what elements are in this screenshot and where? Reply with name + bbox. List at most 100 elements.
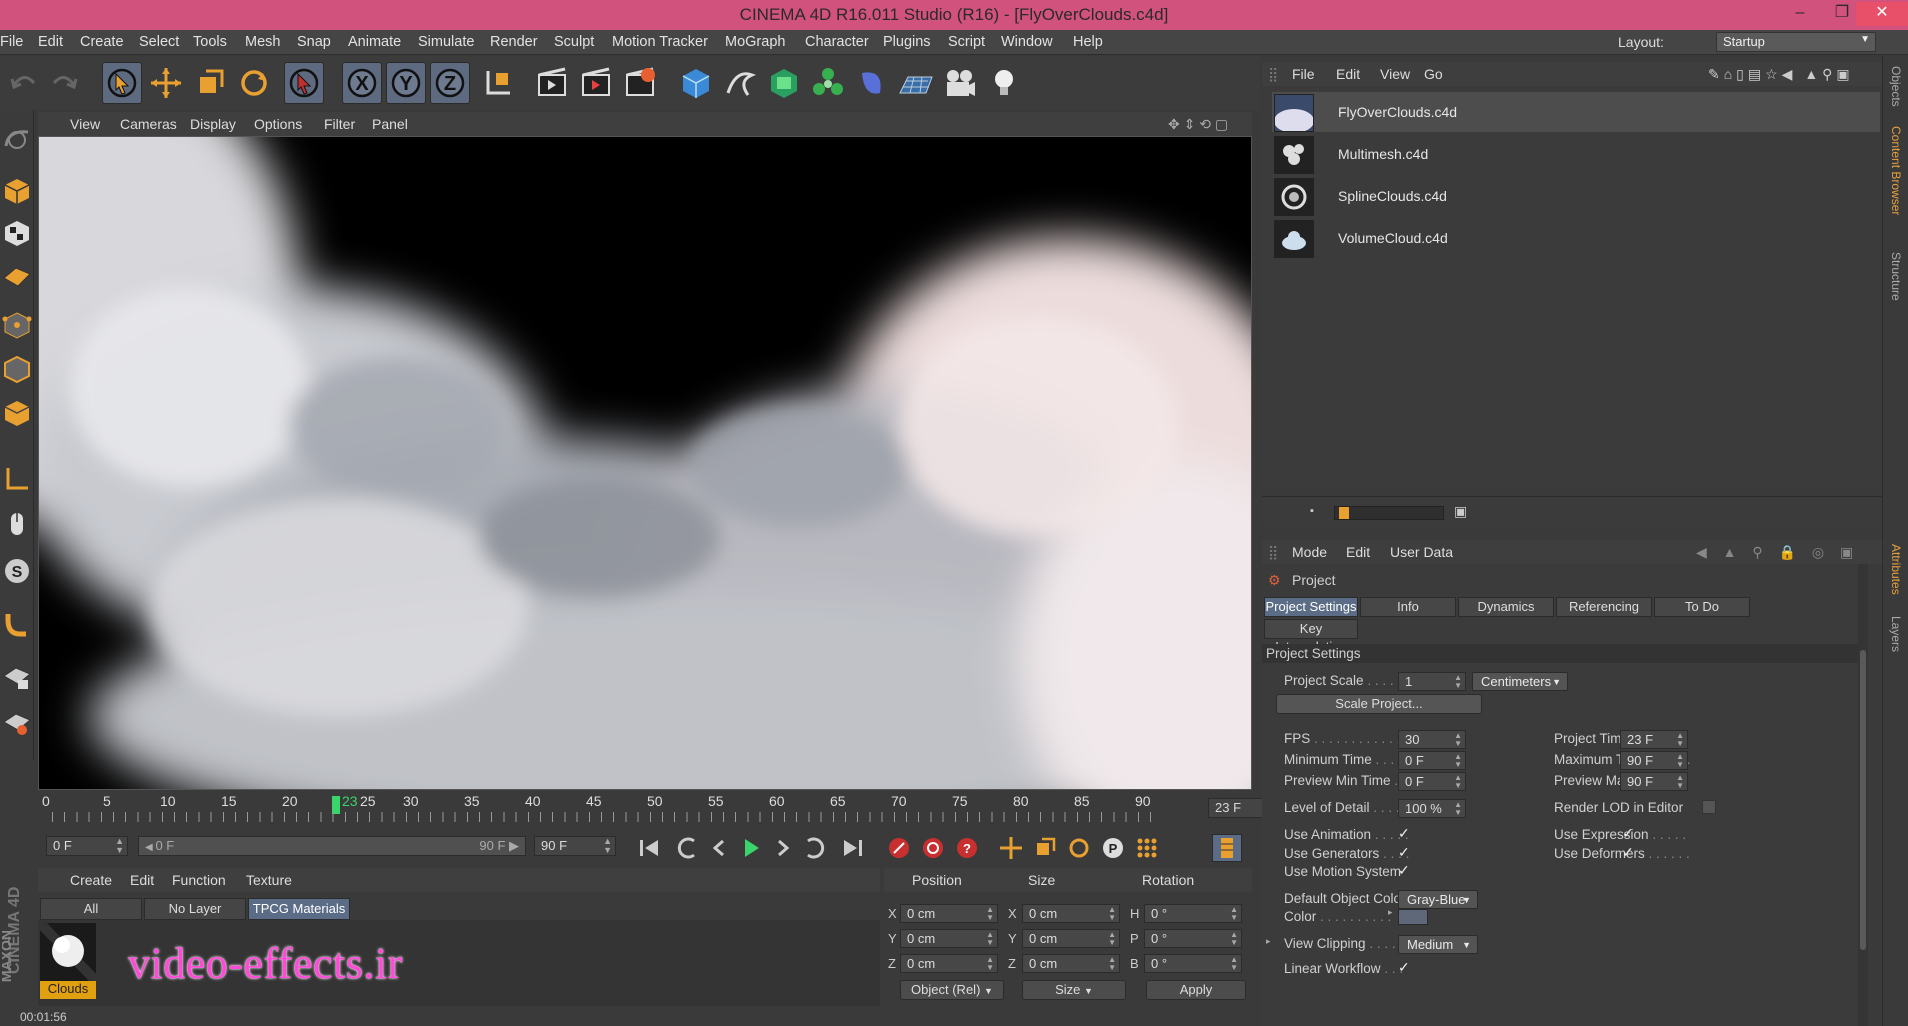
menu-mograph[interactable]: MoGraph	[725, 34, 785, 50]
position-z-field[interactable]: 0 cm ▲ ▼	[900, 954, 998, 973]
menu-window[interactable]: Window	[1001, 34, 1053, 50]
spline-pen-icon[interactable]	[720, 62, 760, 104]
tab-info[interactable]: Info	[1360, 597, 1456, 617]
key-parameter-icon[interactable]: P	[1098, 834, 1128, 862]
size-y-field[interactable]: 0 cm ▲ ▼	[1022, 929, 1120, 948]
render-settings-icon[interactable]	[620, 62, 660, 104]
small-thumbs-icon[interactable]: ▪	[1310, 505, 1314, 517]
cube-icon[interactable]	[676, 62, 716, 104]
minimize-button[interactable]: –	[1780, 2, 1820, 26]
light-icon[interactable]	[984, 62, 1024, 104]
coord-mode-dropdown[interactable]: Object (Rel) ▼	[900, 980, 1004, 1000]
axis-mode-icon[interactable]	[1, 460, 33, 498]
material-tab-no-layer[interactable]: No Layer	[144, 898, 246, 920]
side-tab-layers[interactable]: Layers	[1889, 616, 1903, 652]
preview-range-slider[interactable]: ◀ 0 F 90 F ▶	[138, 836, 526, 856]
linear-workflow-checkbox[interactable]: ✓	[1398, 960, 1412, 975]
go-to-start-icon[interactable]	[634, 834, 664, 862]
menu-create[interactable]: Create	[80, 34, 124, 50]
viewport-menu-view[interactable]: View	[70, 116, 100, 132]
rotation-h-field[interactable]: 0 ° ▲ ▼	[1144, 904, 1242, 923]
menu-file[interactable]: File	[0, 34, 23, 50]
use-deformers-checkbox[interactable]: ✓	[1622, 845, 1636, 860]
menu-animate[interactable]: Animate	[348, 34, 401, 50]
viewport-menu-panel[interactable]: Panel	[372, 116, 408, 132]
z-axis-icon[interactable]: Z	[430, 62, 470, 104]
x-axis-icon[interactable]: X	[342, 62, 382, 104]
material-menu-edit[interactable]: Edit	[130, 872, 154, 888]
list-item[interactable]: SplineClouds.c4d	[1272, 176, 1880, 216]
material-tab-all[interactable]: All	[40, 898, 142, 920]
min-time-field[interactable]: 0 F ▲ ▼	[1398, 751, 1466, 770]
attr-menu-user-data[interactable]: User Data	[1390, 544, 1453, 560]
recent-tool-icon[interactable]	[284, 62, 324, 104]
material-menu-function[interactable]: Function	[172, 872, 226, 888]
menu-mesh[interactable]: Mesh	[245, 34, 280, 50]
tab-key-interpolation[interactable]: Key Interpolation	[1264, 619, 1358, 654]
make-editable-icon[interactable]	[1, 120, 33, 158]
view-clipping-dropdown[interactable]: Medium ▼	[1398, 935, 1478, 954]
rotation-b-field[interactable]: 0 ° ▲ ▼	[1144, 954, 1242, 973]
previous-key-icon[interactable]	[672, 834, 702, 862]
menu-character[interactable]: Character	[805, 34, 869, 50]
use-generators-checkbox[interactable]: ✓	[1398, 845, 1412, 860]
attr-menu-edit[interactable]: Edit	[1346, 544, 1370, 560]
menu-motion-tracker[interactable]: Motion Tracker	[612, 34, 708, 50]
preview-min-field[interactable]: 0 F ▲ ▼	[1398, 772, 1466, 791]
material-thumbnail[interactable]: Clouds	[36, 919, 100, 999]
use-motion-checkbox[interactable]: ✓	[1398, 863, 1412, 878]
timeline-layout-icon[interactable]	[1212, 834, 1242, 862]
model-mode-icon[interactable]	[1, 172, 33, 210]
move-icon[interactable]	[146, 62, 186, 104]
go-to-end-icon[interactable]	[838, 834, 868, 862]
position-x-field[interactable]: 0 cm ▲ ▼	[900, 904, 998, 923]
project-scale-field[interactable]: 1 ▲ ▼	[1398, 672, 1466, 691]
cb-toolbar-icons[interactable]: ✎⌂▯▤☆◀ ▲⚲▣	[1708, 66, 1854, 83]
project-time-field[interactable]: 23 F ▲ ▼	[1620, 730, 1688, 749]
slider-handle[interactable]	[1339, 507, 1349, 519]
position-y-field[interactable]: 0 cm ▲ ▼	[900, 929, 998, 948]
undo-icon[interactable]	[4, 62, 44, 104]
camera-icon[interactable]	[940, 62, 980, 104]
y-axis-icon[interactable]: Y	[386, 62, 426, 104]
scrollbar-thumb[interactable]	[1860, 650, 1866, 950]
color-swatch[interactable]	[1398, 909, 1428, 925]
points-mode-icon[interactable]	[1, 306, 33, 344]
use-animation-checkbox[interactable]: ✓	[1398, 826, 1412, 841]
autokeying-icon[interactable]	[918, 834, 948, 862]
coordinate-system-icon[interactable]	[478, 62, 518, 104]
next-key-icon[interactable]	[800, 834, 830, 862]
attr-menu-mode[interactable]: Mode	[1292, 544, 1327, 560]
close-button[interactable]: ✕	[1856, 2, 1908, 26]
cb-menu-file[interactable]: File	[1292, 66, 1315, 82]
scale-icon[interactable]	[190, 62, 230, 104]
keyframe-selection-icon[interactable]: ?	[952, 834, 982, 862]
cb-menu-edit[interactable]: Edit	[1336, 66, 1360, 82]
deformer-icon[interactable]	[852, 62, 892, 104]
list-item[interactable]: Multimesh.c4d	[1272, 134, 1880, 174]
workplane-icon[interactable]	[1, 256, 33, 294]
tab-project-settings[interactable]: Project Settings	[1264, 597, 1358, 617]
size-x-field[interactable]: 0 cm ▲ ▼	[1022, 904, 1120, 923]
timeline-ruler[interactable]: 0 5 10 15 20 23 25 30 35 40 45 50 55 60 …	[38, 790, 1292, 824]
material-tab-tpcg[interactable]: TPCG Materials	[248, 898, 350, 920]
record-keys-icon[interactable]	[884, 834, 914, 862]
end-frame-field[interactable]: 90 F ▲ ▼	[534, 836, 616, 856]
thumbnail-size-slider[interactable]	[1334, 506, 1444, 520]
side-tab-content-browser[interactable]: Content Browser	[1889, 126, 1903, 215]
tweak-mode-icon[interactable]	[1, 506, 33, 544]
viewport-menu-filter[interactable]: Filter	[324, 116, 355, 132]
size-z-field[interactable]: 0 cm ▲ ▼	[1022, 954, 1120, 973]
list-item[interactable]: FlyOverClouds.c4d	[1272, 92, 1880, 132]
rotate-icon[interactable]	[234, 62, 274, 104]
attr-toolbar-icons[interactable]: ◀ ▲ ⚲ 🔒 ◎ ▣	[1696, 544, 1859, 561]
render-view-icon[interactable]	[532, 62, 572, 104]
default-color-dropdown[interactable]: Gray-Blue ▼	[1398, 890, 1478, 909]
cb-menu-view[interactable]: View	[1380, 66, 1410, 82]
viewport-menu-display[interactable]: Display	[190, 116, 236, 132]
cb-menu-go[interactable]: Go	[1424, 66, 1443, 82]
size-mode-dropdown[interactable]: Size ▼	[1022, 980, 1126, 1000]
material-menu-create[interactable]: Create	[70, 872, 112, 888]
apply-button[interactable]: Apply	[1146, 980, 1246, 1000]
polygons-mode-icon[interactable]	[1, 394, 33, 432]
